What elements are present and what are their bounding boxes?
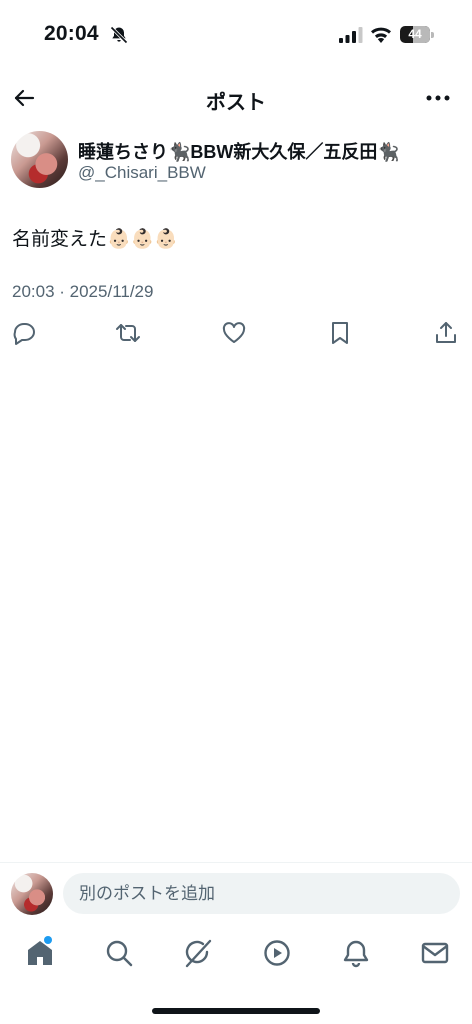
grok-icon [185, 939, 212, 968]
share-icon [436, 322, 456, 343]
like-button[interactable] [221, 320, 247, 346]
author-display-name[interactable]: 睡蓮ちさり🐈‍⬛BBW新大久保／五反田🐈‍⬛ [78, 138, 400, 164]
notifications-icon [343, 940, 369, 968]
tab-grok[interactable] [183, 938, 213, 968]
bookmark-icon [332, 322, 348, 344]
tab-search[interactable] [104, 938, 134, 968]
composer-avatar [11, 873, 53, 915]
battery-icon: 44 [400, 26, 434, 43]
status-bar: 20:04 44 [0, 0, 472, 70]
divider [0, 862, 472, 863]
reply-icon [13, 323, 35, 345]
reply-composer-input[interactable]: 別のポストを追加 [63, 873, 460, 914]
messages-icon [421, 942, 449, 964]
status-time: 20:04 [44, 22, 99, 45]
post-timestamp: 20:03 · 2025/11/29 [12, 282, 154, 301]
reply-button[interactable] [11, 320, 37, 346]
post-text: 名前変えた👶🏻👶🏻👶🏻 [12, 229, 178, 250]
tab-notifications[interactable] [341, 938, 371, 968]
bell-off-icon [110, 26, 128, 44]
bookmark-button[interactable] [327, 320, 353, 346]
page-title: ポスト [206, 92, 266, 114]
post-action-bar [0, 318, 472, 350]
home-indicator[interactable] [152, 1008, 320, 1014]
cellular-signal-icon [339, 27, 363, 43]
share-button[interactable] [433, 320, 459, 346]
more-horizontal-icon[interactable] [424, 86, 452, 110]
wifi-icon [371, 27, 391, 43]
bottom-tab-bar [0, 932, 472, 976]
top-nav-bar: ポスト [0, 78, 472, 118]
like-icon [222, 322, 246, 343]
post-detail-screen: 20:04 44 [0, 0, 472, 1024]
video-icon [264, 940, 290, 966]
author-avatar[interactable] [11, 131, 68, 188]
search-icon [106, 940, 133, 967]
tab-messages[interactable] [420, 938, 450, 968]
repost-icon [116, 324, 140, 342]
author-handle[interactable]: @_Chisari_BBW [78, 163, 206, 183]
home-notification-dot [44, 936, 52, 944]
battery-level: 44 [408, 27, 422, 41]
tab-video[interactable] [262, 938, 292, 968]
repost-button[interactable] [115, 320, 141, 346]
